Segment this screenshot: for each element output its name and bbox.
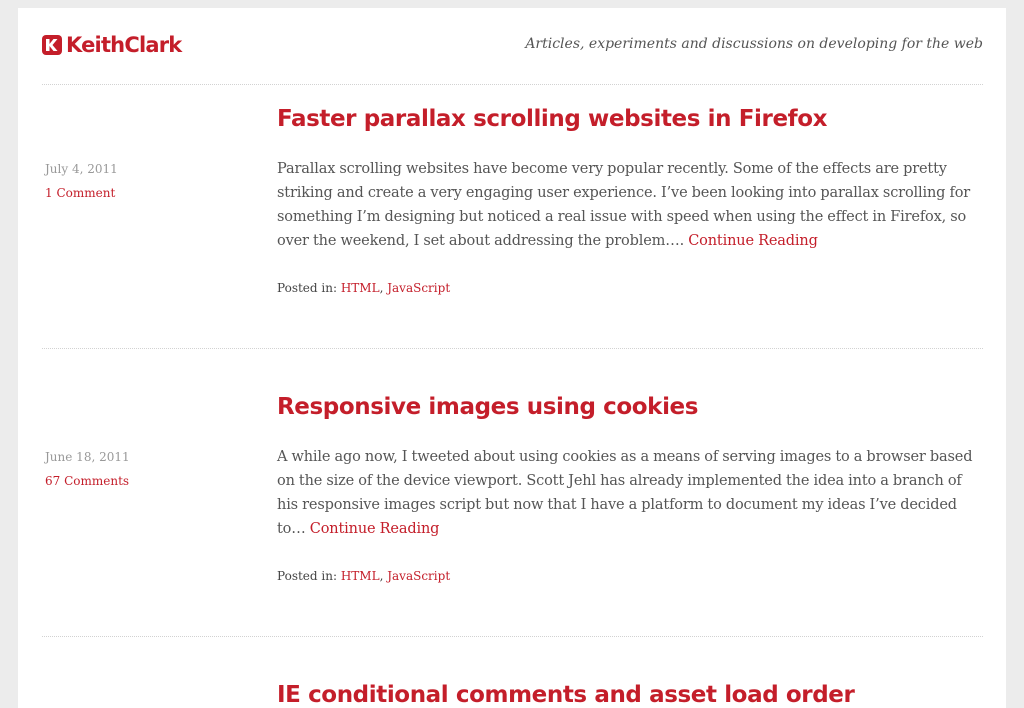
post-meta: June 18, 2011 67 Comments — [45, 445, 245, 493]
post-item: July 4, 2011 1 Comment Faster parallax s… — [42, 104, 983, 304]
post-divider — [42, 636, 983, 637]
post-meta: July 4, 2011 1 Comment — [45, 157, 245, 205]
post-title[interactable]: Faster parallax scrolling websites in Fi… — [277, 104, 983, 134]
post-body: Faster parallax scrolling websites in Fi… — [277, 104, 983, 298]
tag-separator: , — [379, 569, 384, 583]
posted-in-label: Posted in: — [277, 569, 337, 583]
post-tags: Posted in: HTML, JavaScript — [277, 566, 983, 586]
posted-in-label: Posted in: — [277, 281, 337, 295]
tag-separator: , — [379, 281, 384, 295]
post-item: June 18, 2011 67 Comments Responsive ima… — [42, 392, 983, 592]
page: KeithClark Articles, experiments and dis… — [18, 8, 1006, 708]
tag-link-javascript[interactable]: JavaScript — [387, 281, 450, 295]
continue-reading-link[interactable]: Continue Reading — [688, 233, 818, 249]
post-date: June 18, 2011 — [45, 450, 130, 464]
continue-reading-link[interactable]: Continue Reading — [310, 521, 440, 537]
tag-link-javascript[interactable]: JavaScript — [387, 569, 450, 583]
post-title[interactable]: Responsive images using cookies — [277, 392, 983, 422]
header-divider — [42, 84, 983, 85]
tag-link-html[interactable]: HTML — [341, 281, 380, 295]
site-logo[interactable]: KeithClark — [42, 32, 182, 58]
post-body: IE conditional comments and asset load o… — [277, 680, 983, 708]
post-item: IE conditional comments and asset load o… — [42, 680, 983, 708]
tag-link-html[interactable]: HTML — [341, 569, 380, 583]
site-header: KeithClark Articles, experiments and dis… — [42, 30, 983, 70]
post-excerpt: A while ago now, I tweeted about using c… — [277, 445, 983, 541]
site-tagline: Articles, experiments and discussions on… — [525, 36, 983, 52]
post-date: July 4, 2011 — [45, 162, 118, 176]
post-title[interactable]: IE conditional comments and asset load o… — [277, 680, 983, 708]
post-divider — [42, 348, 983, 349]
post-tags: Posted in: HTML, JavaScript — [277, 278, 983, 298]
kc-logo-icon — [42, 35, 62, 55]
post-body: Responsive images using cookies A while … — [277, 392, 983, 586]
post-comments-link[interactable]: 67 Comments — [45, 469, 129, 493]
post-excerpt-text: Parallax scrolling websites have become … — [277, 161, 971, 249]
post-comments-link[interactable]: 1 Comment — [45, 181, 115, 205]
site-logo-text: KeithClark — [66, 33, 182, 57]
post-excerpt: Parallax scrolling websites have become … — [277, 157, 983, 253]
